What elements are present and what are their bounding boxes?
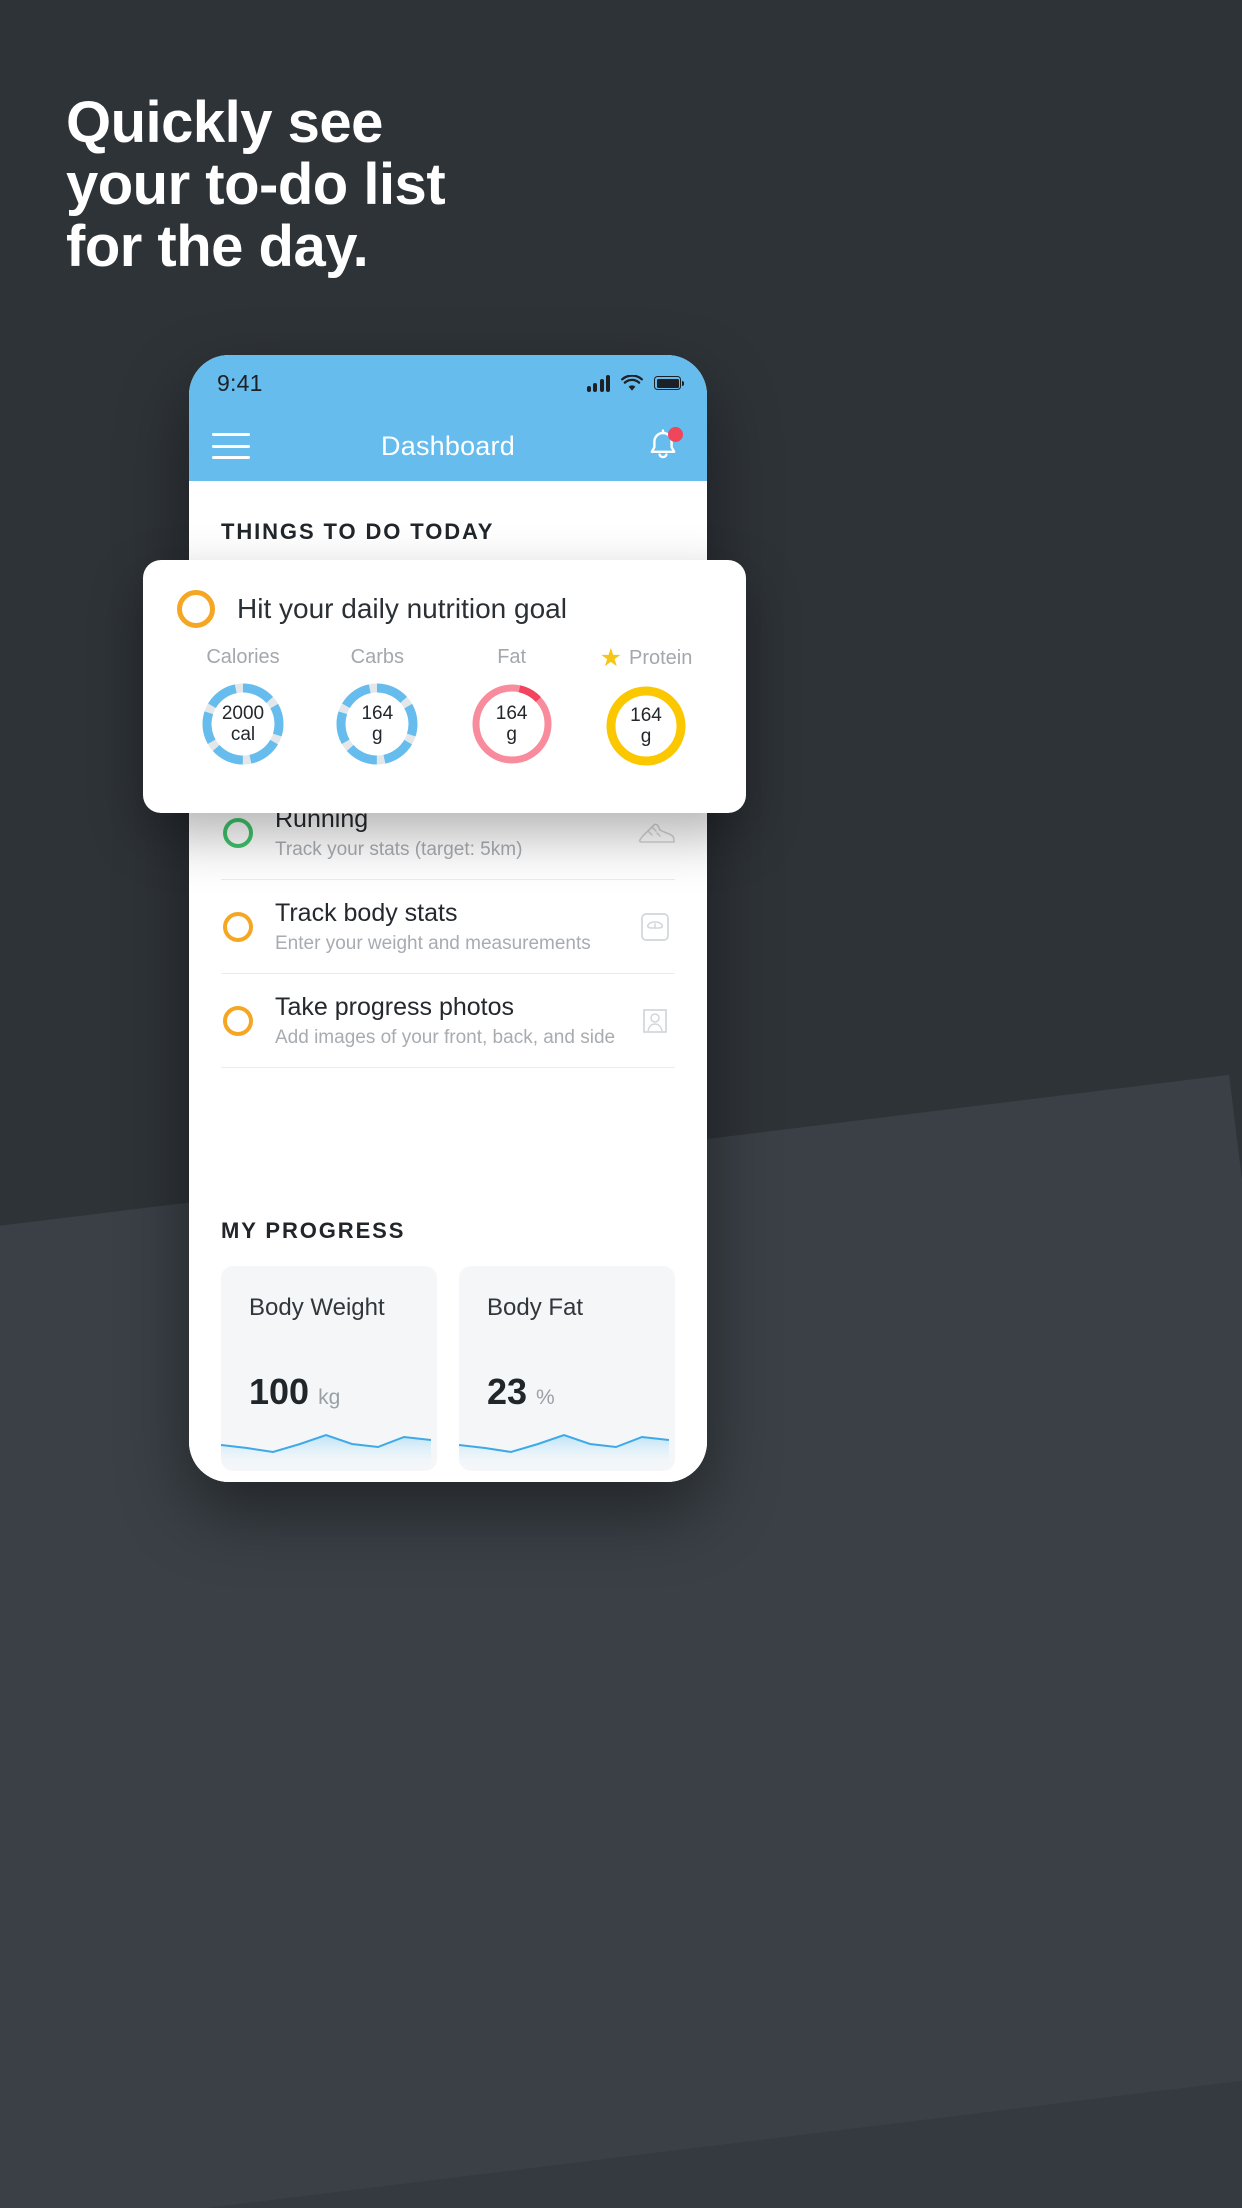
macro-label-wrap: Carbs bbox=[351, 646, 404, 669]
macro-unit: cal bbox=[230, 724, 256, 745]
wifi-icon bbox=[621, 374, 643, 391]
todo-section-heading: THINGS TO DO TODAY bbox=[221, 519, 495, 544]
progress-section-heading: MY PROGRESS bbox=[221, 1218, 406, 1243]
todo-subtitle: Track your stats (target: 5km) bbox=[275, 839, 523, 860]
macro-fat[interactable]: Fat 164 g bbox=[450, 646, 574, 772]
nutrition-checkbox[interactable] bbox=[177, 590, 215, 628]
protein-ring-center: 164 g bbox=[600, 680, 692, 772]
stat-card-body-fat[interactable]: Body Fat 23 % bbox=[459, 1266, 675, 1471]
macro-value: 164 bbox=[495, 702, 528, 724]
stat-number: 23 bbox=[487, 1371, 528, 1412]
carbs-ring-center: 164 g bbox=[331, 678, 423, 770]
nutrition-goal-card[interactable]: Hit your daily nutrition goal Calories 2… bbox=[143, 560, 746, 813]
nutrition-card-header: Hit your daily nutrition goal bbox=[177, 590, 712, 628]
photo-person-icon bbox=[643, 1008, 667, 1033]
macro-label-wrap: Fat bbox=[497, 646, 526, 669]
signal-bars-icon bbox=[586, 374, 610, 392]
todo-title: Take progress photos bbox=[275, 993, 515, 1021]
macro-label-wrap: ★ Protein bbox=[600, 646, 693, 671]
todo-list: Running Track your stats (target: 5km) T… bbox=[189, 785, 707, 1068]
stat-unit: % bbox=[536, 1386, 555, 1409]
stat-card-body-weight[interactable]: Body Weight 100 kg bbox=[221, 1266, 437, 1471]
stat-number: 100 bbox=[249, 1371, 310, 1412]
macro-unit: g bbox=[506, 724, 517, 745]
battery-full-icon bbox=[654, 376, 684, 390]
todo-checkbox[interactable] bbox=[223, 1005, 253, 1036]
star-icon: ★ bbox=[599, 644, 622, 672]
stat-value: 23 % bbox=[487, 1371, 555, 1413]
todo-title: Track body stats bbox=[275, 899, 458, 927]
phone-mockup: 9:41 Dashboard THINGS TO DO TODAY Runnin… bbox=[189, 355, 707, 1482]
notification-badge bbox=[668, 427, 683, 442]
todo-subtitle: Enter your weight and measurements bbox=[275, 933, 591, 954]
macro-label: Protein bbox=[629, 647, 693, 669]
progress-cards: Body Weight 100 kg Body Fat 23 % bbox=[189, 1244, 707, 1471]
stat-label: Body Weight bbox=[249, 1294, 385, 1321]
nutrition-card-title: Hit your daily nutrition goal bbox=[237, 593, 567, 624]
hamburger-menu-icon[interactable] bbox=[212, 433, 250, 459]
promo-headline: Quickly see your to-do list for the day. bbox=[66, 90, 446, 280]
fat-ring-center: 164 g bbox=[466, 678, 558, 770]
macro-unit: g bbox=[372, 724, 383, 745]
macro-calories[interactable]: Calories 2000 cal bbox=[181, 646, 305, 772]
stat-unit: kg bbox=[318, 1386, 341, 1409]
macro-carbs[interactable]: Carbs 164 g bbox=[315, 646, 439, 772]
todo-text: Track body stats Enter your weight and m… bbox=[275, 898, 635, 955]
macro-label-wrap: Calories bbox=[206, 646, 279, 669]
macro-value: 164 bbox=[361, 702, 394, 724]
todo-item-body-stats[interactable]: Track body stats Enter your weight and m… bbox=[221, 879, 675, 973]
macro-unit: g bbox=[640, 726, 652, 747]
status-icons bbox=[586, 374, 684, 392]
carbs-ring: 164 g bbox=[331, 678, 423, 770]
running-shoe-icon bbox=[638, 823, 675, 843]
bell-icon[interactable] bbox=[641, 424, 685, 468]
page-title: Dashboard bbox=[381, 430, 515, 461]
body-fat-sparkline bbox=[459, 1433, 669, 1471]
stat-label: Body Fat bbox=[487, 1294, 584, 1321]
status-bar: 9:41 bbox=[189, 355, 707, 411]
fat-ring: 164 g bbox=[466, 678, 558, 770]
status-time: 9:41 bbox=[217, 369, 263, 396]
body-weight-sparkline bbox=[221, 1433, 431, 1471]
todo-checkbox[interactable] bbox=[223, 911, 253, 942]
macro-value: 2000 bbox=[221, 702, 265, 724]
macro-label: Fat bbox=[497, 646, 527, 668]
todo-item-progress-photos[interactable]: Take progress photos Add images of your … bbox=[221, 973, 675, 1068]
app-bar: Dashboard bbox=[189, 411, 707, 481]
macro-value: 164 bbox=[630, 704, 662, 726]
stat-value: 100 kg bbox=[249, 1371, 340, 1413]
weight-scale-icon bbox=[641, 912, 669, 941]
calories-ring: 2000 cal bbox=[197, 678, 289, 770]
macro-rings: Calories 2000 cal Carbs 164 g Fat 164 g … bbox=[177, 646, 712, 772]
macro-protein[interactable]: ★ Protein 164 g bbox=[584, 646, 708, 772]
protein-ring: 164 g bbox=[600, 680, 692, 772]
macro-label: Carbs bbox=[350, 646, 404, 668]
todo-text: Take progress photos Add images of your … bbox=[275, 992, 635, 1049]
macro-label: Calories bbox=[206, 646, 280, 668]
todo-checkbox[interactable] bbox=[223, 817, 253, 848]
todo-subtitle: Add images of your front, back, and side bbox=[275, 1027, 616, 1048]
calories-ring-center: 2000 cal bbox=[197, 678, 289, 770]
